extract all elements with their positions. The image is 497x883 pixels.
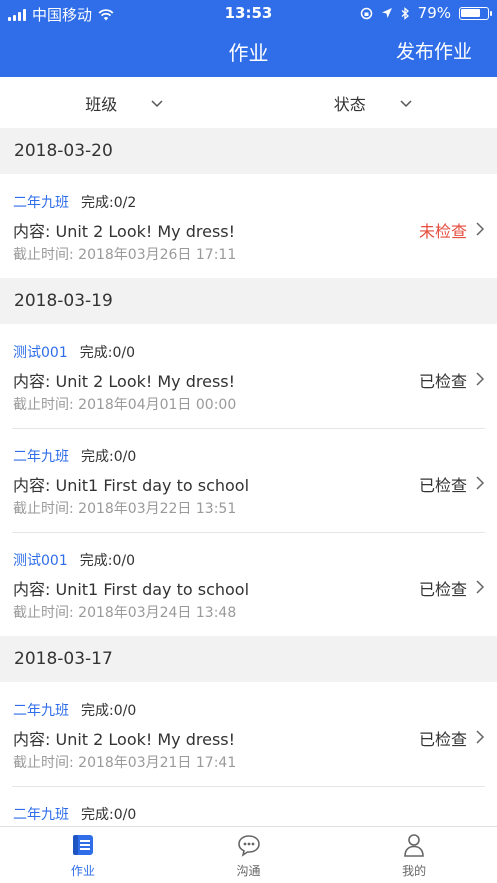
chevron-down-icon: [151, 99, 163, 107]
chevron-down-icon: [400, 99, 412, 107]
chevron-right-icon: [476, 222, 485, 236]
tab-label: 沟通: [236, 864, 261, 878]
deadline: 截止时间: 2018年03月24日 13:48: [13, 605, 237, 621]
battery-percent: 79%: [417, 4, 451, 22]
filter-bar: 班级 状态: [0, 77, 497, 128]
user-icon: [404, 834, 424, 857]
deadline: 截止时间: 2018年03月21日 17:41: [13, 755, 237, 771]
app: 中国移动 13:53 79% 作业 发布作业 班级 状态 2018-03-20 …: [0, 0, 497, 883]
class-name: 测试001: [13, 553, 68, 569]
deadline: 截止时间: 2018年03月22日 13:51: [13, 501, 237, 517]
status-filter-label: 状态: [333, 94, 366, 114]
tab-chat[interactable]: 沟通: [166, 827, 332, 883]
completion: 完成:0/0: [79, 553, 135, 569]
completion: 完成:0/2: [81, 195, 137, 211]
tab-label: 作业: [70, 864, 95, 878]
date-header: 2018-03-20: [0, 128, 497, 174]
chevron-right-icon: [476, 580, 485, 594]
deadline: 截止时间: 2018年04月01日 00:00: [13, 397, 237, 413]
check-status: 未检查: [418, 222, 467, 241]
location-icon: [381, 8, 392, 18]
class-name: 二年九班: [13, 195, 69, 211]
class-filter[interactable]: 班级: [0, 77, 249, 128]
homework-content: 内容: Unit1 First day to school: [13, 476, 250, 495]
class-filter-label: 班级: [85, 94, 118, 114]
status-filter[interactable]: 状态: [249, 77, 497, 128]
deadline: 截止时间: 2018年03月26日 17:11: [13, 247, 237, 263]
publish-homework-button[interactable]: 发布作业: [396, 37, 472, 64]
homework-item[interactable]: 二年九班 完成:0/0 内容: Unit1 First day to school…: [0, 428, 497, 532]
homework-item[interactable]: 测试001 完成:0/0 内容: Unit 2 Look! My dress! 截…: [0, 324, 497, 428]
date-header: 2018-03-17: [0, 636, 497, 682]
class-name: 二年九班: [13, 703, 69, 719]
homework-list[interactable]: 2018-03-20 二年九班 完成:0/2 内容: Unit 2 Look! M…: [0, 128, 497, 826]
status-bar: 中国移动 13:53 79%: [0, 0, 497, 26]
class-name: 二年九班: [13, 449, 69, 465]
check-status: 已检查: [418, 730, 467, 749]
battery-icon: [459, 6, 492, 20]
homework-item[interactable]: 二年九班 完成:0/0: [0, 786, 497, 826]
date-header: 2018-03-19: [0, 278, 497, 324]
check-status: 已检查: [418, 580, 467, 599]
header: 中国移动 13:53 79% 作业 发布作业: [0, 0, 497, 77]
tab-profile[interactable]: 我的: [331, 827, 497, 883]
rotation-lock-icon: [360, 7, 372, 19]
check-status: 已检查: [418, 372, 467, 391]
tab-bar: 作业 沟通 我的: [0, 826, 497, 883]
completion: 完成:0/0: [81, 449, 137, 465]
homework-content: 内容: Unit 2 Look! My dress!: [13, 730, 236, 749]
homework-item[interactable]: 测试001 完成:0/0 内容: Unit1 First day to schoo…: [0, 532, 497, 636]
homework-item[interactable]: 二年九班 完成:0/0 内容: Unit 2 Look! My dress! 截止…: [0, 682, 497, 786]
tab-label: 我的: [402, 864, 427, 878]
completion: 完成:0/0: [81, 703, 137, 719]
chevron-right-icon: [476, 730, 485, 744]
class-name: 测试001: [13, 345, 68, 361]
bluetooth-icon: [401, 6, 409, 20]
homework-content: 内容: Unit1 First day to school: [13, 580, 250, 599]
completion: 完成:0/0: [79, 345, 135, 361]
check-status: 已检查: [418, 476, 467, 495]
tab-homework[interactable]: 作业: [0, 827, 166, 883]
class-name: 二年九班: [13, 807, 69, 823]
chat-icon: [237, 835, 260, 857]
chevron-right-icon: [476, 372, 485, 386]
chevron-right-icon: [476, 476, 485, 490]
status-right: 79%: [360, 4, 492, 22]
homework-icon: [72, 835, 93, 855]
completion: 完成:0/0: [81, 807, 137, 823]
homework-content: 内容: Unit 2 Look! My dress!: [13, 222, 236, 241]
homework-item[interactable]: 二年九班 完成:0/2 内容: Unit 2 Look! My dress! 截止…: [0, 174, 497, 278]
homework-content: 内容: Unit 2 Look! My dress!: [13, 372, 236, 391]
